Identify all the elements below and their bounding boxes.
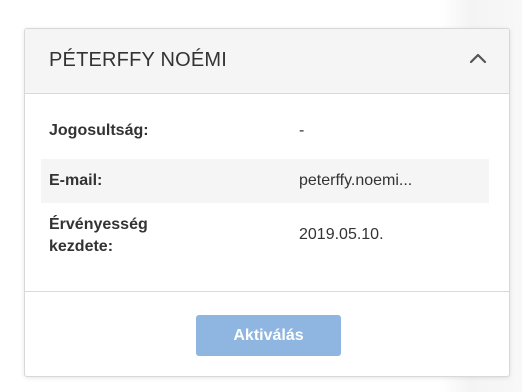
detail-row-role: Jogosultság: - bbox=[41, 111, 489, 151]
collapse-button[interactable] bbox=[465, 45, 491, 71]
user-name-title: PÉTERFFY NOÉMI bbox=[49, 49, 228, 71]
user-details: Jogosultság: - E-mail: peterffy.noemi...… bbox=[25, 93, 509, 293]
detail-row-valid-from: Érvényesség kezdete: 2019.05.10. bbox=[41, 207, 489, 267]
detail-label: Jogosultság: bbox=[49, 122, 149, 139]
detail-label: E-mail: bbox=[49, 172, 103, 189]
chevron-up-icon bbox=[469, 53, 487, 64]
user-card-footer: Aktiválás bbox=[25, 291, 509, 377]
detail-row-email: E-mail: peterffy.noemi... bbox=[41, 159, 489, 203]
activate-button[interactable]: Aktiválás bbox=[196, 315, 341, 356]
detail-value: 2019.05.10. bbox=[299, 226, 384, 243]
user-card-header: PÉTERFFY NOÉMI bbox=[25, 29, 509, 94]
detail-value: - bbox=[299, 122, 305, 139]
user-card: PÉTERFFY NOÉMI Jogosultság: - E-mail: pe… bbox=[24, 28, 510, 377]
detail-label: Érvényesség kezdete: bbox=[49, 216, 148, 255]
detail-value: peterffy.noemi... bbox=[299, 172, 413, 189]
